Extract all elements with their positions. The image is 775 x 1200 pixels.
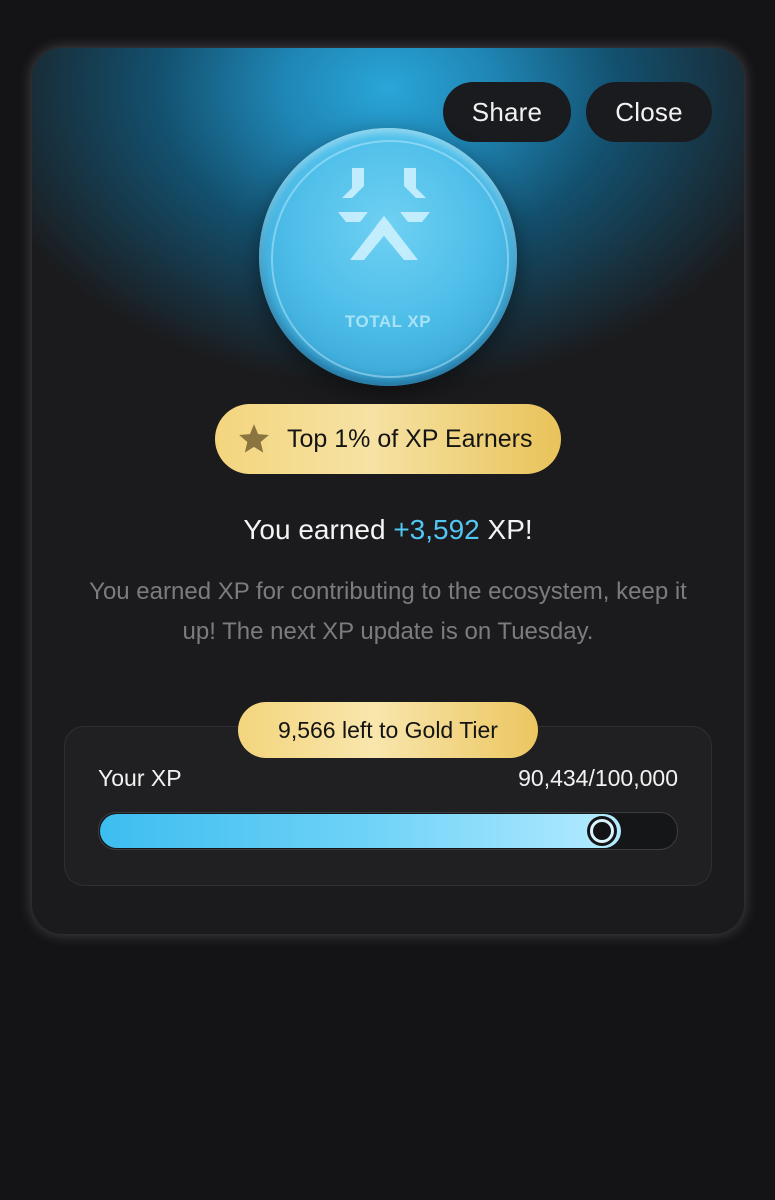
earned-amount: +3,592: [393, 514, 480, 545]
your-xp-label: Your XP: [98, 765, 182, 791]
earned-heading: You earned +3,592 XP!: [32, 514, 744, 546]
star-icon: [239, 424, 269, 453]
earned-prefix: You earned: [243, 514, 394, 545]
top-earner-badge: Top 1% of XP Earners: [215, 404, 561, 474]
xp-count: 90,434/100,000: [518, 765, 678, 791]
xp-progress-fill: [100, 814, 621, 848]
coin-label: TOTAL XP: [344, 312, 432, 331]
xp-logo-icon: [338, 168, 430, 260]
xp-progress-knob: [590, 819, 614, 843]
total-xp-coin: TOTAL XP: [259, 128, 517, 386]
badge-label: Top 1% of XP Earners: [287, 424, 533, 453]
earned-description: You earned XP for contributing to the ec…: [89, 578, 687, 645]
xp-progress-track: [98, 812, 678, 850]
xp-reward-card: Share Close TOTAL XP Top 1% of XP Earner…: [32, 48, 744, 934]
share-button[interactable]: Share: [443, 82, 571, 142]
tier-remaining-badge: 9,566 left to Gold Tier: [238, 702, 538, 758]
earned-suffix: XP!: [479, 514, 533, 545]
close-button[interactable]: Close: [586, 82, 712, 142]
